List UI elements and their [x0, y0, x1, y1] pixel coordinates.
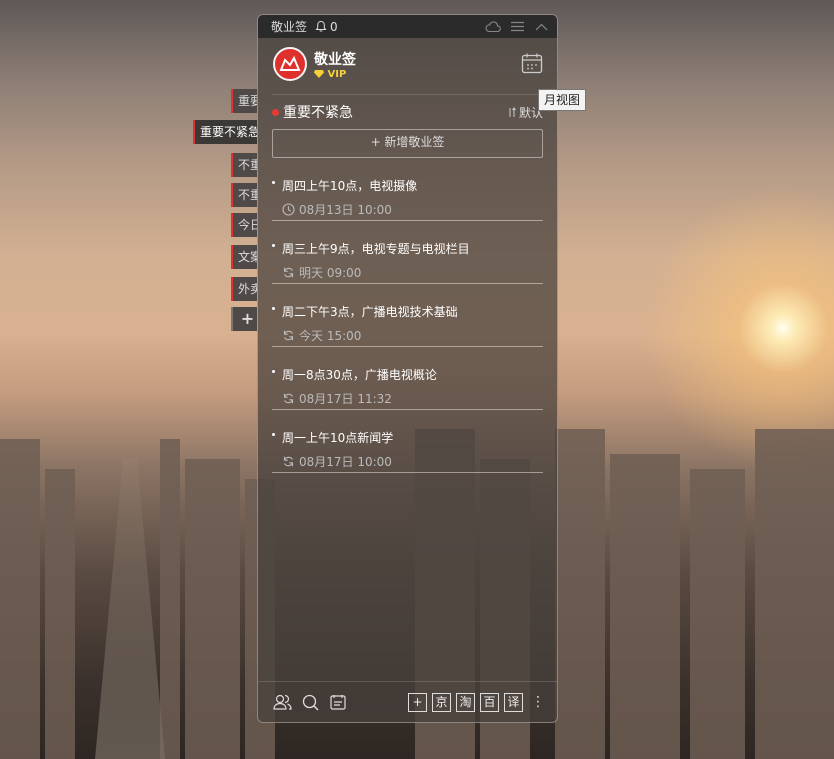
bell-count: 0 [330, 19, 338, 34]
note-title: 周一上午10点新闻学 [282, 431, 394, 445]
note-reminder-time: 08月13日 10:00 [282, 201, 392, 218]
note-bullet [272, 307, 275, 310]
note-bullet [272, 181, 275, 184]
repeat-icon [282, 392, 299, 405]
month-view-tooltip: 月视图 [538, 89, 587, 111]
note-title: 周四上午10点，电视摄像 [282, 179, 418, 193]
cloud-sync-icon[interactable] [485, 20, 501, 34]
menu-icon[interactable] [509, 20, 525, 34]
note-reminder-time: 08月17日 11:32 [282, 390, 392, 407]
note-reminder-time: 08月17日 10:00 [282, 453, 392, 470]
vip-label: VIP [327, 69, 347, 80]
taobao-shortcut-button[interactable]: 淘 [456, 692, 475, 712]
group-header: 重要不紧急 默认 [258, 95, 557, 129]
note-time-label: 08月13日 10:00 [299, 203, 392, 217]
side-tab-item[interactable]: 文案 [231, 245, 257, 269]
more-icon[interactable]: ⋮ [531, 695, 545, 709]
repeat-icon [282, 329, 299, 342]
side-tab-item[interactable]: 外卖 [231, 277, 257, 301]
repeat-icon [282, 455, 299, 468]
clock-icon [282, 203, 299, 216]
note-time-label: 明天 09:00 [299, 266, 362, 280]
note-bullet [272, 370, 275, 373]
group-color-dot [272, 108, 279, 116]
app-logo [273, 47, 307, 81]
note-title: 周三上午9点，电视专题与电视栏目 [282, 242, 470, 256]
group-title: 重要不紧急 [283, 105, 353, 121]
sort-icon[interactable] [508, 106, 516, 118]
note-time-label: 08月17日 11:32 [299, 392, 392, 406]
translate-shortcut-button[interactable]: 译 [504, 692, 523, 712]
titlebar-title: 敬业签 [271, 20, 308, 34]
note-item[interactable]: 周三上午9点，电视专题与电视栏目明天 09:00 [272, 221, 543, 284]
add-shortcut-button[interactable]: + [408, 692, 427, 712]
note-reminder-time: 明天 09:00 [282, 264, 361, 281]
note-time-label: 08月17日 10:00 [299, 455, 392, 469]
add-group-tab[interactable]: + [231, 307, 257, 331]
titlebar[interactable]: 敬业签 0 [258, 15, 557, 38]
side-tab-item[interactable]: 不重 [231, 153, 257, 177]
note-bullet [272, 433, 275, 436]
jd-shortcut-button[interactable]: 京 [432, 692, 451, 712]
vip-badge[interactable]: VIP [314, 69, 346, 80]
note-bullet [272, 244, 275, 247]
side-tab-item[interactable]: 今日 [231, 213, 257, 237]
collapse-chevron-up-icon[interactable] [533, 20, 549, 34]
side-tab-item[interactable]: 重要不紧急 [193, 120, 257, 144]
side-tab-item[interactable]: 重要 [231, 89, 257, 113]
app-header: 敬业签 VIP [258, 38, 557, 94]
add-note-button[interactable]: + 新增敬业签 [272, 129, 543, 158]
calendar-list-icon[interactable] [328, 692, 348, 712]
search-icon[interactable] [300, 692, 320, 712]
note-item[interactable]: 周一上午10点新闻学 08月17日 10:00 [272, 410, 543, 473]
shortcut-group: + 京淘百译 [403, 692, 523, 712]
note-time-label: 今天 15:00 [299, 329, 362, 343]
app-name: 敬业签 [314, 52, 356, 68]
calendar-month-view-button[interactable] [521, 52, 543, 74]
baidu-shortcut-button[interactable]: 百 [480, 692, 499, 712]
bell-icon[interactable] [315, 20, 327, 33]
note-reminder-time: 今天 15:00 [282, 327, 361, 344]
bottom-toolbar: + 京淘百译 ⋮ [258, 681, 557, 722]
note-panel: 敬业签 0 敬业签 VIP 重要不紧急 默认 + 新增敬业签 周四上午10点，电… [257, 14, 558, 723]
note-title: 周一8点30点，广播电视概论 [282, 368, 437, 382]
note-item[interactable]: 周四上午10点，电视摄像 08月13日 10:00 [272, 158, 543, 221]
note-item[interactable]: 周二下午3点，广播电视技术基础今天 15:00 [272, 284, 543, 347]
side-tab-item[interactable]: 不重 [231, 183, 257, 207]
note-title: 周二下午3点，广播电视技术基础 [282, 305, 458, 319]
contacts-icon[interactable] [272, 692, 292, 712]
note-list: 周四上午10点，电视摄像 08月13日 10:00 周三上午9点，电视专题与电视栏目… [258, 158, 557, 473]
note-item[interactable]: 周一8点30点，广播电视概论 08月17日 11:32 [272, 347, 543, 410]
repeat-icon [282, 266, 299, 279]
